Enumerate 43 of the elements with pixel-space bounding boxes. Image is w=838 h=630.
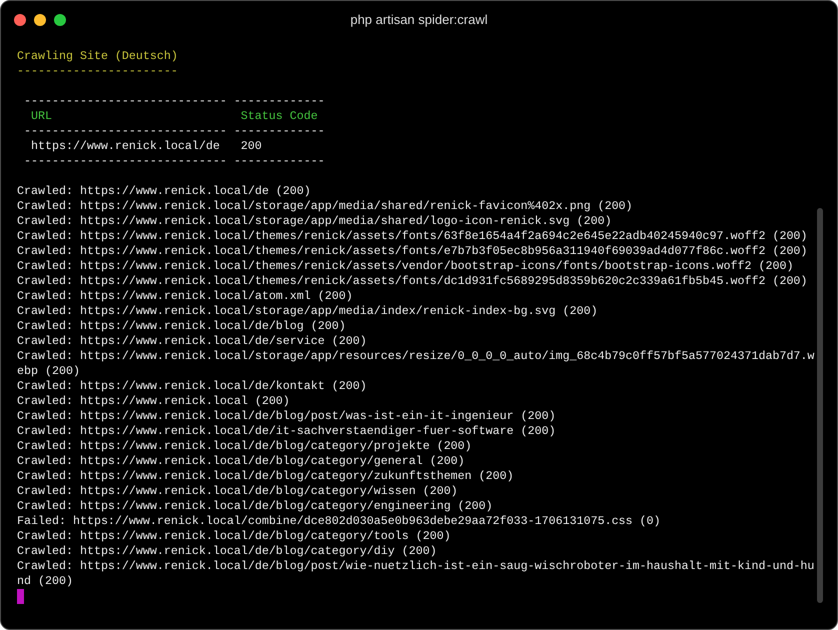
text-cursor	[17, 589, 24, 604]
log-line: Crawled: https://www.renick.local/de/blog (200)	[17, 319, 346, 333]
scrollbar[interactable]	[817, 208, 823, 603]
table-rule: -----------------------------	[24, 154, 227, 168]
log-line: Crawled: https://www.renick.local/themes/renick/assets/fonts/dc1d931fc5689295d8359b620c2c339a61fb5b45.woff2 (200)	[17, 274, 808, 288]
heading-underline: -----------------------	[17, 64, 178, 78]
minimize-button[interactable]	[34, 14, 46, 26]
log-line: Crawled: https://www.renick.local/de/blog/category/projekte (200)	[17, 439, 472, 453]
column-header: Status Code	[240, 109, 318, 123]
log-line: Crawled: https://www.renick.local/de/blog/category/wissen (200)	[17, 484, 458, 498]
window-title: php artisan spider:crawl	[350, 12, 488, 27]
log-line: Failed: https://www.renick.local/combine/dce802d030a5e0b963debe29aa72f033-1706131075.css (0)	[17, 514, 661, 528]
section-heading: Crawling Site (Deutsch)	[17, 49, 178, 63]
log-line: Crawled: https://www.renick.local/storage/app/media/shared/renick-favicon%402x.png (200)	[17, 199, 633, 213]
log-line: Crawled: https://www.renick.local/de (200)	[17, 184, 311, 198]
table-rule: -------------	[234, 124, 325, 138]
log-line: Crawled: https://www.renick.local/de/kontakt (200)	[17, 379, 367, 393]
log-line: Crawled: https://www.renick.local (200)	[17, 394, 290, 408]
log-line: Crawled: https://www.renick.local/atom.xml (200)	[17, 289, 353, 303]
log-line: Crawled: https://www.renick.local/storage/app/resources/resize/0_0_0_0_auto/img_68c4b79c0ff57bf5a577024371dab7d7.webp (200)	[17, 349, 814, 378]
log-line: Crawled: https://www.renick.local/de/blog/category/tools (200)	[17, 529, 451, 543]
table-rule: -------------	[234, 154, 325, 168]
log-line: Crawled: https://www.renick.local/themes/renick/assets/fonts/e7b7b3f05ec8b956a311940f69039ad4d077f86c.woff2 (200)	[17, 244, 808, 258]
log-line: Crawled: https://www.renick.local/de/blog/category/diy (200)	[17, 544, 437, 558]
log-line: Crawled: https://www.renick.local/de/blog/post/was-ist-ein-it-ingenieur (200)	[17, 409, 556, 423]
table-rule: -----------------------------	[24, 94, 227, 108]
log-line: Crawled: https://www.renick.local/de/blog/category/engineering (200)	[17, 499, 493, 513]
table-cell: 200	[240, 139, 262, 153]
log-line: Crawled: https://www.renick.local/themes/renick/assets/vendor/bootstrap-icons/fonts/bootstrap-icons.woff2 (200)	[17, 259, 794, 273]
log-line: Crawled: https://www.renick.local/de/blog/category/general (200)	[17, 454, 465, 468]
log-line: Crawled: https://www.renick.local/de/it-sachverstaendiger-fuer-software (200)	[17, 424, 556, 438]
log-line: Crawled: https://www.renick.local/de/service (200)	[17, 334, 367, 348]
log-line: Crawled: https://www.renick.local/storage/app/media/index/renick-index-bg.svg (200)	[17, 304, 598, 318]
log-line: Crawled: https://www.renick.local/storage/app/media/shared/logo-icon-renick.svg (200)	[17, 214, 612, 228]
log-line: Crawled: https://www.renick.local/de/blog/post/wie-nuetzlich-ist-ein-saug-wischroboter-im-haushalt-mit-kind-und-hund (200)	[17, 559, 814, 588]
table-rule: -------------	[234, 94, 325, 108]
table-rule: -----------------------------	[24, 124, 227, 138]
log-line: Crawled: https://www.renick.local/themes/renick/assets/fonts/63f8e1654a4f2a694c2e645e22adb40245940c97.woff2 (200)	[17, 229, 808, 243]
log-line: Crawled: https://www.renick.local/de/blog/category/zukunftsthemen (200)	[17, 469, 514, 483]
close-button[interactable]	[14, 14, 26, 26]
table-cell: https://www.renick.local/de	[30, 139, 220, 153]
zoom-button[interactable]	[54, 14, 66, 26]
column-header: URL	[30, 109, 52, 123]
